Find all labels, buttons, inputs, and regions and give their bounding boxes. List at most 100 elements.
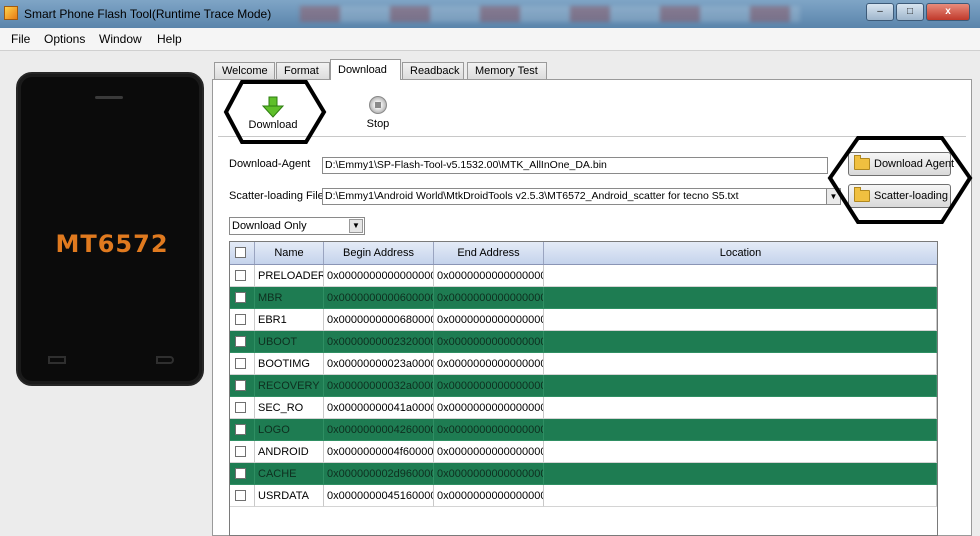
table-row[interactable]: BOOTIMG 0x00000000023a0000 0x0000000000000… [230,353,937,375]
table-row[interactable]: LOGO 0x0000000004260000 0x0000000000000000 [230,419,937,441]
download-agent-button[interactable]: Download Agent [848,152,955,176]
header-begin-address[interactable]: Begin Address [324,242,434,264]
download-button[interactable]: Download [236,90,310,134]
tab-download[interactable]: Download [330,59,401,80]
table-row[interactable]: ANDROID 0x0000000004f60000 0x0000000000000… [230,441,937,463]
cell-location [544,419,937,441]
cell-end: 0x0000000000000000 [434,331,544,353]
scatter-dropdown-arrow-icon[interactable]: ▼ [826,188,841,205]
cell-end: 0x0000000000000000 [434,485,544,507]
folder-icon [854,187,870,202]
cell-name: UBOOT [255,331,324,353]
table-row[interactable]: PRELOADER 0x0000000000000000 0x00000000000… [230,265,937,287]
table-row[interactable]: UBOOT 0x0000000002320000 0x000000000000000… [230,331,937,353]
maximize-button[interactable]: □ [896,3,924,21]
cell-location [544,331,937,353]
row-checkbox[interactable] [235,358,246,369]
download-agent-button-label: Download Agent [874,158,955,170]
tab-memory-test[interactable]: Memory Test [467,62,547,79]
cell-location [544,265,937,287]
cell-name: BOOTIMG [255,353,324,375]
cell-end: 0x0000000000000000 [434,353,544,375]
row-checkbox[interactable] [235,446,246,457]
scatter-loading-button-label: Scatter-loading [874,190,948,202]
phone-model-label: MT6572 [55,230,169,258]
scatter-path[interactable]: D:\Emmy1\Android World\MtkDroidTools v2.… [322,188,828,205]
row-checkbox-cell [230,397,255,419]
row-checkbox[interactable] [235,402,246,413]
cell-name: EBR1 [255,309,324,331]
download-agent-path[interactable]: D:\Emmy1\SP-Flash-Tool-v5.1532.00\MTK_Al… [322,157,828,174]
chevron-down-icon: ▼ [349,219,363,233]
cell-begin: 0x0000000004f60000 [324,441,434,463]
row-checkbox[interactable] [235,314,246,325]
row-checkbox[interactable] [235,424,246,435]
row-checkbox-cell [230,309,255,331]
title-bar[interactable]: Smart Phone Flash Tool(Runtime Trace Mod… [0,0,980,28]
table-row[interactable]: EBR1 0x0000000000680000 0x0000000000000000 [230,309,937,331]
table-row[interactable]: RECOVERY 0x00000000032a0000 0x000000000000… [230,375,937,397]
phone-speaker [95,96,123,99]
menu-key-icon [48,356,66,364]
download-mode-select[interactable]: Download Only ▼ [229,217,365,235]
row-checkbox[interactable] [235,292,246,303]
cell-begin: 0x0000000000000000 [324,265,434,287]
download-mode-value: Download Only [232,220,307,232]
row-checkbox-cell [230,265,255,287]
scatter-loading-button[interactable]: Scatter-loading [848,184,951,208]
cell-end: 0x0000000000000000 [434,441,544,463]
menu-options[interactable]: Options [44,32,85,46]
cell-begin: 0x0000000002320000 [324,331,434,353]
stop-icon [369,96,387,114]
tab-readback[interactable]: Readback [402,62,464,79]
close-button[interactable]: x [926,3,970,21]
app-icon [4,6,18,20]
scatter-label: Scatter-loading File [229,190,324,202]
header-location[interactable]: Location [544,242,937,264]
row-checkbox[interactable] [235,468,246,479]
table-row[interactable]: USRDATA 0x0000000045160000 0x0000000000000… [230,485,937,507]
stop-label: Stop [366,118,390,130]
cell-begin: 0x000000002d960000 [324,463,434,485]
cell-end: 0x0000000000000000 [434,463,544,485]
row-checkbox[interactable] [235,490,246,501]
cell-end: 0x0000000000000000 [434,265,544,287]
row-checkbox-cell [230,375,255,397]
cell-end: 0x0000000000000000 [434,287,544,309]
cell-end: 0x0000000000000000 [434,375,544,397]
cell-location [544,441,937,463]
header-name[interactable]: Name [255,242,324,264]
cell-begin: 0x00000000023a0000 [324,353,434,375]
cell-name: RECOVERY [255,375,324,397]
cell-location [544,397,937,419]
cell-name: USRDATA [255,485,324,507]
table-header: Name Begin Address End Address Location [230,242,937,265]
menu-help[interactable]: Help [157,32,182,46]
cell-location [544,287,937,309]
row-checkbox-cell [230,485,255,507]
menu-file[interactable]: File [11,32,30,46]
row-checkbox[interactable] [235,336,246,347]
cell-name: PRELOADER [255,265,324,287]
cell-end: 0x0000000000000000 [434,397,544,419]
menu-window[interactable]: Window [99,32,142,46]
tab-format[interactable]: Format [276,62,330,79]
minimize-button[interactable]: – [866,3,894,21]
stop-button[interactable]: Stop [358,92,398,134]
header-end-address[interactable]: End Address [434,242,544,264]
download-agent-label: Download-Agent [229,158,311,170]
cell-end: 0x0000000000000000 [434,309,544,331]
tab-welcome[interactable]: Welcome [214,62,275,79]
table-row[interactable]: MBR 0x0000000000600000 0x0000000000000000 [230,287,937,309]
select-all-checkbox[interactable] [235,247,246,258]
row-checkbox[interactable] [235,270,246,281]
menu-bar: File Options Window Help [0,28,980,51]
folder-icon [854,155,870,170]
cell-location [544,463,937,485]
partition-table: Name Begin Address End Address Location … [229,241,938,536]
table-row[interactable]: CACHE 0x000000002d960000 0x000000000000000… [230,463,937,485]
cell-begin: 0x0000000045160000 [324,485,434,507]
table-row[interactable]: SEC_RO 0x00000000041a0000 0x00000000000000… [230,397,937,419]
row-checkbox[interactable] [235,380,246,391]
cell-begin: 0x0000000004260000 [324,419,434,441]
